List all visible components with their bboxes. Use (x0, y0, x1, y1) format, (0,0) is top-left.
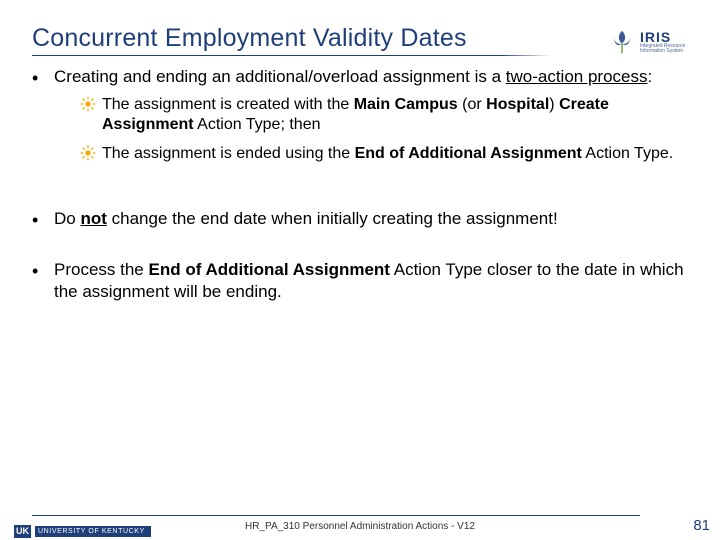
text-span: Creating and ending an additional/overlo… (54, 67, 506, 86)
sub-bullet-2: The assignment is ended using the End of… (80, 144, 688, 168)
bullet-2: • Do not change the end date when initia… (32, 208, 688, 231)
sun-bullet-icon (80, 95, 102, 137)
text-span: The assignment is ended using the (102, 145, 355, 162)
sub-bullet-2-text: The assignment is ended using the End of… (102, 144, 688, 168)
bullet-1-text: Creating and ending an additional/overlo… (54, 66, 688, 89)
text-bold: Main Campus (354, 96, 458, 113)
bullet-3: • Process the End of Additional Assignme… (32, 259, 688, 303)
footer: UK UNIVERSITY OF KENTUCKY (0, 500, 720, 540)
sub-bullet-1-text: The assignment is created with the Main … (102, 95, 688, 137)
title-underline (32, 55, 552, 56)
bullet-1: • Creating and ending an additional/over… (32, 66, 688, 89)
bullet-dot-icon: • (32, 208, 54, 231)
sub-list-1: The assignment is created with the Main … (80, 95, 688, 168)
title-row: Concurrent Employment Validity Dates IRI… (32, 24, 688, 60)
text-span: Do (54, 209, 80, 228)
text-bold: End of Additional Assignment (355, 145, 582, 162)
page-number: 81 (693, 517, 710, 534)
text-bold: Hospital (486, 96, 549, 113)
text-span: Process the (54, 260, 149, 279)
iris-name: IRIS (640, 30, 685, 44)
iris-tag2: Information System (640, 49, 685, 54)
text-span: Action Type. (582, 145, 673, 162)
sun-bullet-icon (80, 144, 102, 168)
text-span: The assignment is created with the (102, 96, 354, 113)
spacer (32, 237, 688, 259)
text-span: ) (549, 96, 559, 113)
text-underline-bold: not (80, 209, 106, 228)
sub-bullet-1: The assignment is created with the Main … (80, 95, 688, 137)
slide-title: Concurrent Employment Validity Dates (32, 24, 552, 53)
iris-text: IRIS Integrated Resource Information Sys… (640, 30, 685, 54)
spacer (32, 186, 688, 208)
content: • Creating and ending an additional/over… (32, 66, 688, 303)
iris-logo: IRIS Integrated Resource Information Sys… (608, 24, 688, 60)
text-underline: two-action process (506, 67, 648, 86)
text-span: Action Type; then (194, 116, 321, 133)
bullet-dot-icon: • (32, 259, 54, 303)
text-span: : (647, 67, 652, 86)
text-span: change the end date when initially creat… (107, 209, 558, 228)
slide: Concurrent Employment Validity Dates IRI… (0, 0, 720, 303)
footer-center: HR_PA_310 Personnel Administration Actio… (0, 521, 720, 532)
text-bold: End of Additional Assignment (149, 260, 390, 279)
bullet-dot-icon: • (32, 66, 54, 89)
text-span: (or (458, 96, 486, 113)
iris-flower-icon (608, 28, 636, 56)
bullet-2-text: Do not change the end date when initiall… (54, 208, 688, 231)
title-block: Concurrent Employment Validity Dates (32, 24, 552, 56)
bullet-3-text: Process the End of Additional Assignment… (54, 259, 688, 303)
